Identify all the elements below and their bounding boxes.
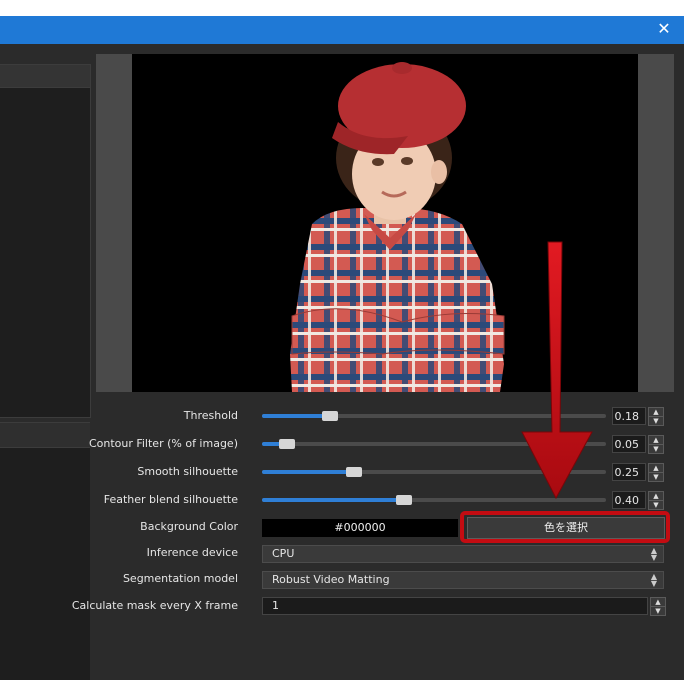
annotation-arrow xyxy=(521,241,593,500)
